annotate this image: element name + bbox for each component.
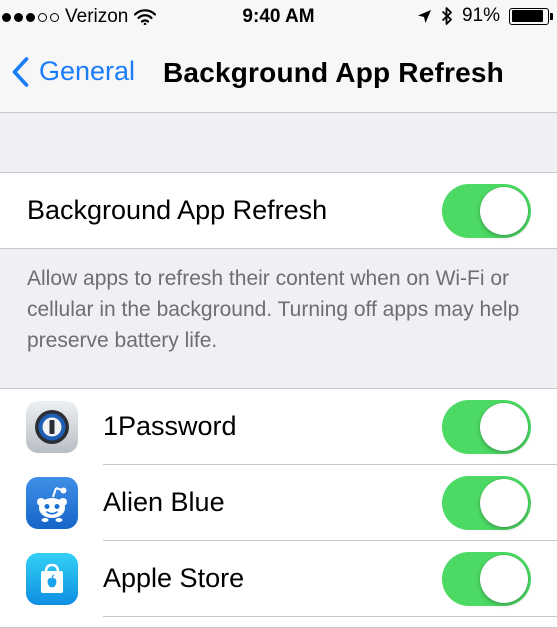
toggle-knob: [480, 187, 528, 235]
toggle-knob: [480, 479, 528, 527]
battery-percent: 91%: [461, 5, 500, 26]
apple-store-refresh-toggle[interactable]: [442, 552, 531, 606]
row-separator: [103, 616, 557, 617]
app-name: Apple Store: [103, 563, 245, 593]
bluetooth-icon: [441, 7, 452, 25]
back-button-label: General: [39, 56, 136, 86]
apps-group: 1Password Alien Blue Apple Store: [0, 388, 557, 628]
status-bar: Verizon 9:40 AM 91%: [0, 0, 557, 38]
app-name: 1Password: [103, 411, 237, 441]
app-row-1password: 1Password: [0, 389, 557, 465]
toggle-knob: [480, 555, 528, 603]
navigation-bar: General Background App Refresh: [0, 38, 557, 113]
app-row-alien-blue: Alien Blue: [0, 465, 557, 541]
1password-icon: [26, 401, 78, 453]
alien-blue-icon: [26, 477, 78, 529]
location-arrow-icon: [417, 9, 431, 23]
apple-store-icon: [26, 553, 78, 605]
status-right: 91%: [417, 5, 553, 27]
toggle-knob: [480, 403, 528, 451]
battery-icon: [509, 7, 553, 25]
app-row-apple-store: Apple Store: [0, 541, 557, 617]
alien-blue-refresh-toggle[interactable]: [442, 476, 531, 530]
page-title: Background App Refresh: [163, 57, 504, 88]
master-toggle-group: Background App Refresh: [0, 172, 557, 249]
back-button[interactable]: General: [12, 56, 135, 87]
group-footer-description: Allow apps to refresh their content when…: [27, 267, 520, 352]
app-name: Alien Blue: [103, 487, 225, 517]
1password-refresh-toggle[interactable]: [442, 400, 531, 454]
chevron-left-icon: [12, 56, 29, 87]
master-toggle-label: Background App Refresh: [27, 195, 328, 225]
background-app-refresh-toggle[interactable]: [442, 184, 531, 238]
master-toggle-row: Background App Refresh: [0, 173, 557, 249]
